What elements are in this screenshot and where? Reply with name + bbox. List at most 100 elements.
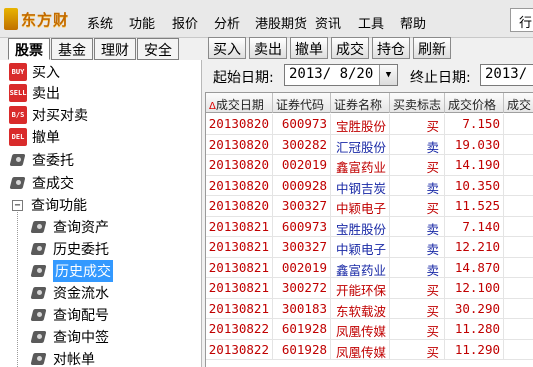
table-row[interactable]: 20130820 002019 鑫富药业买 14.190 xyxy=(206,155,533,176)
query-icon xyxy=(30,306,48,324)
menu-system[interactable]: 系统 xyxy=(87,13,113,32)
menu-analysis[interactable]: 分析 xyxy=(214,13,240,32)
menu-help[interactable]: 帮助 xyxy=(400,13,426,32)
cell-side: 买 xyxy=(390,155,445,175)
date-filter: 起始日期: 2013/ 8/20 ▼ 终止日期: 2013/ xyxy=(208,62,533,88)
column-header-date[interactable]: Δ成交日期 xyxy=(206,93,273,113)
cell-name: 开能环保 xyxy=(331,278,390,298)
tab-stocks[interactable]: 股票 xyxy=(8,38,50,60)
left-tabs: 股票 基金 理财 安全 xyxy=(8,38,180,60)
table-row[interactable]: 20130820 300282 汇冠股份卖 19.030 xyxy=(206,134,533,155)
menu-news[interactable]: 资讯 xyxy=(315,13,341,32)
quotes-button[interactable]: 行 xyxy=(510,8,533,32)
table-row[interactable]: 20130821 600973 宝胜股份卖 7.140 xyxy=(206,216,533,237)
column-header-side[interactable]: 买卖标志 xyxy=(390,93,445,113)
table-row[interactable]: 20130822 601928 凤凰传媒买 11.280 xyxy=(206,319,533,340)
start-date-value: 2013/ 8/20 xyxy=(289,66,374,82)
start-date-picker[interactable]: 2013/ 8/20 ▼ xyxy=(284,64,398,86)
tab-security[interactable]: 安全 xyxy=(137,38,179,60)
cell-price: 12.100 xyxy=(445,278,504,298)
table-row[interactable]: 20130822 601928 凤凰传媒买 11.290 xyxy=(206,339,533,360)
cell-side: 卖 xyxy=(390,237,445,257)
logo-icon xyxy=(4,8,18,30)
tree-item-buy[interactable]: BUY 买入 xyxy=(9,61,60,83)
history-deals-table: Δ成交日期 证券代码 证券名称 买卖标志 成交价格 成交 20130820 600… xyxy=(205,92,533,367)
tab-wealth[interactable]: 理财 xyxy=(94,38,136,60)
table-row[interactable]: 20130821 300183 东软载波买 30.290 xyxy=(206,298,533,319)
cell-price: 12.210 xyxy=(445,237,504,257)
tree-item-cancel[interactable]: DEL 撤单 xyxy=(9,126,60,148)
cell-name: 鑫富药业 xyxy=(331,155,390,175)
refresh-button[interactable]: 刷新 xyxy=(413,37,451,59)
cell-side: 买 xyxy=(390,278,445,298)
tree-item-label: 资金流水 xyxy=(53,286,109,302)
end-date-picker[interactable]: 2013/ xyxy=(480,64,533,86)
menu-tools[interactable]: 工具 xyxy=(358,13,384,32)
tree-item-query-assets[interactable]: 查询资产 xyxy=(30,216,109,238)
end-date-value: 2013/ xyxy=(485,66,528,82)
cell-date: 20130820 xyxy=(206,134,273,155)
tree-item-allotment-numbers[interactable]: 查询配号 xyxy=(30,304,109,326)
tree-item-history-deals[interactable]: 历史成交 xyxy=(30,260,113,282)
tree-item-label: 卖出 xyxy=(32,86,60,102)
tree-guide-line xyxy=(17,210,18,367)
cancel-icon: DEL xyxy=(9,128,27,146)
deals-button[interactable]: 成交 xyxy=(331,37,369,59)
cell-code: 600973 xyxy=(273,216,331,237)
tree-item-label: 查询资产 xyxy=(53,220,109,236)
tree-item-query-functions[interactable]: − 查询功能 xyxy=(12,194,87,216)
menu-bar: 东方财 系统 功能 报价 分析 港股期货 资讯 工具 帮助 行 xyxy=(0,0,533,38)
menu-function[interactable]: 功能 xyxy=(129,13,155,32)
tree-item-sell[interactable]: SELL 卖出 xyxy=(9,82,60,104)
table-row[interactable]: 20130820 600973 宝胜股份买 7.150 xyxy=(206,114,533,135)
tab-funds[interactable]: 基金 xyxy=(51,38,93,60)
tree-item-history-orders[interactable]: 历史委托 xyxy=(30,238,109,260)
cell-date: 20130820 xyxy=(206,175,273,196)
tree-item-fund-flow[interactable]: 资金流水 xyxy=(30,282,109,304)
tree-item-query-deals[interactable]: 查成交 xyxy=(9,172,74,194)
cell-deal xyxy=(504,217,533,237)
table-row[interactable]: 20130820 000928 中钢吉炭卖 10.350 xyxy=(206,175,533,196)
tree-item-lottery-wins[interactable]: 查询中签 xyxy=(30,326,109,348)
sell-button[interactable]: 卖出 xyxy=(249,37,287,59)
cell-name: 中颖电子 xyxy=(331,196,390,216)
column-header-price[interactable]: 成交价格 xyxy=(445,93,504,113)
table-row[interactable]: 20130820 300327 中颖电子买 11.525 xyxy=(206,196,533,217)
tree-item-statement[interactable]: 对帐单 xyxy=(30,348,95,367)
cell-price: 19.030 xyxy=(445,134,504,155)
cell-side: 买 xyxy=(390,196,445,216)
tree-item-query-orders[interactable]: 查委托 xyxy=(9,149,74,171)
chevron-down-icon[interactable]: ▼ xyxy=(379,65,397,85)
tree-item-label: 查委托 xyxy=(32,153,74,169)
collapse-icon[interactable]: − xyxy=(12,199,23,211)
query-icon xyxy=(9,151,27,169)
table-row[interactable]: 20130821 300272 开能环保买 12.100 xyxy=(206,278,533,299)
cell-date: 20130822 xyxy=(206,319,273,339)
column-header-name[interactable]: 证券名称 xyxy=(331,93,390,113)
cell-code: 600973 xyxy=(273,114,331,134)
buy-button[interactable]: 买入 xyxy=(208,37,246,59)
query-icon xyxy=(9,174,27,192)
query-icon xyxy=(30,350,48,367)
tree-item-swap[interactable]: B/S 对买对卖 xyxy=(9,104,88,126)
cancel-order-button[interactable]: 撤单 xyxy=(290,37,328,59)
cell-side: 卖 xyxy=(390,134,445,155)
cell-deal xyxy=(504,278,533,298)
tree-item-label: 对帐单 xyxy=(53,352,95,367)
cell-name: 中颖电子 xyxy=(331,237,390,257)
table-row[interactable]: 20130821 002019 鑫富药业卖 14.870 xyxy=(206,257,533,278)
tree-item-label: 查询功能 xyxy=(31,198,87,214)
tree-item-label: 查成交 xyxy=(32,176,74,192)
column-header-code[interactable]: 证券代码 xyxy=(273,93,331,113)
cell-code: 000928 xyxy=(273,175,331,196)
cell-side: 卖 xyxy=(390,216,445,237)
table-row[interactable]: 20130821 300327 中颖电子卖 12.210 xyxy=(206,237,533,258)
positions-button[interactable]: 持仓 xyxy=(372,37,410,59)
cell-deal xyxy=(504,258,533,278)
cell-deal xyxy=(504,319,533,339)
cell-deal xyxy=(504,237,533,257)
menu-hk-futures[interactable]: 港股期货 xyxy=(255,13,307,32)
menu-quotes[interactable]: 报价 xyxy=(172,13,198,32)
swap-icon: B/S xyxy=(9,106,27,124)
column-header-deal[interactable]: 成交 xyxy=(504,93,533,113)
